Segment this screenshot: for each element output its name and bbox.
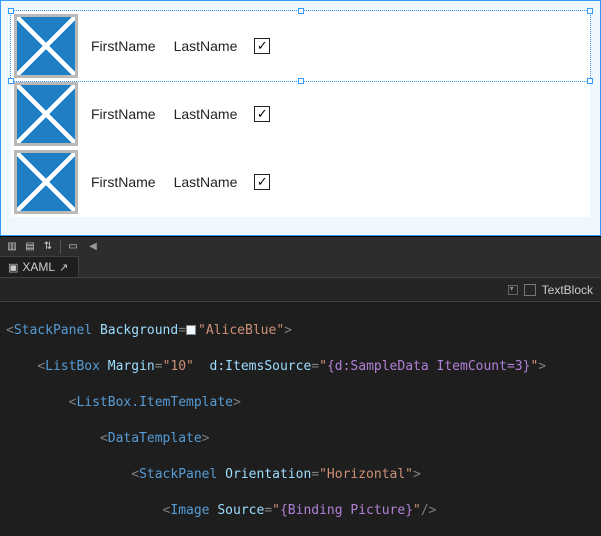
split-horizontal-button[interactable]: ▤: [22, 240, 38, 254]
pane-splitter-toolbar: ▥ ▤ ⇅ ▭ ◀: [0, 236, 601, 256]
image-placeholder-icon: [14, 150, 78, 214]
breadcrumb-element-label[interactable]: TextBlock: [542, 283, 593, 297]
lastname-text: LastName: [169, 106, 243, 122]
image-placeholder-icon: [14, 82, 78, 146]
editor-tab-strip: ▣ XAML ↗: [0, 256, 601, 278]
lastname-text: LastName: [169, 174, 243, 190]
firstname-text: FirstName: [86, 38, 161, 54]
checkbox-preview[interactable]: ✓: [254, 38, 270, 54]
xaml-code-editor[interactable]: <StackPanel Background="AliceBlue"> <Lis…: [0, 302, 601, 536]
checkbox-preview[interactable]: ✓: [254, 174, 270, 190]
lastname-text: LastName: [169, 38, 243, 54]
split-vertical-button[interactable]: ▥: [4, 240, 20, 254]
popout-icon[interactable]: ↗: [59, 261, 68, 274]
list-item[interactable]: FirstName LastName ✓: [12, 80, 589, 148]
swap-panes-button[interactable]: ⇅: [40, 240, 56, 254]
checkbox-preview[interactable]: ✓: [254, 106, 270, 122]
collapse-pane-button[interactable]: ▭: [65, 240, 81, 254]
image-placeholder-icon: [14, 14, 78, 78]
scroll-left-icon[interactable]: ◀: [85, 240, 101, 254]
xaml-design-surface[interactable]: FirstName LastName ✓ FirstName LastName …: [0, 0, 601, 236]
color-swatch-icon: [186, 325, 196, 335]
list-item[interactable]: FirstName LastName ✓: [12, 12, 589, 80]
list-item[interactable]: FirstName LastName ✓: [12, 148, 589, 216]
tab-xaml[interactable]: ▣ XAML ↗: [0, 256, 79, 277]
element-breadcrumb-bar: TextBlock: [0, 278, 601, 302]
textblock-element-icon: [524, 284, 536, 296]
xaml-code-icon: ▣: [8, 261, 18, 274]
listbox-preview: FirstName LastName ✓ FirstName LastName …: [11, 11, 590, 217]
firstname-text: FirstName: [86, 174, 161, 190]
tab-label: XAML: [22, 260, 55, 274]
firstname-text: FirstName: [86, 106, 161, 122]
breadcrumb-dropdown-icon[interactable]: [508, 285, 518, 295]
